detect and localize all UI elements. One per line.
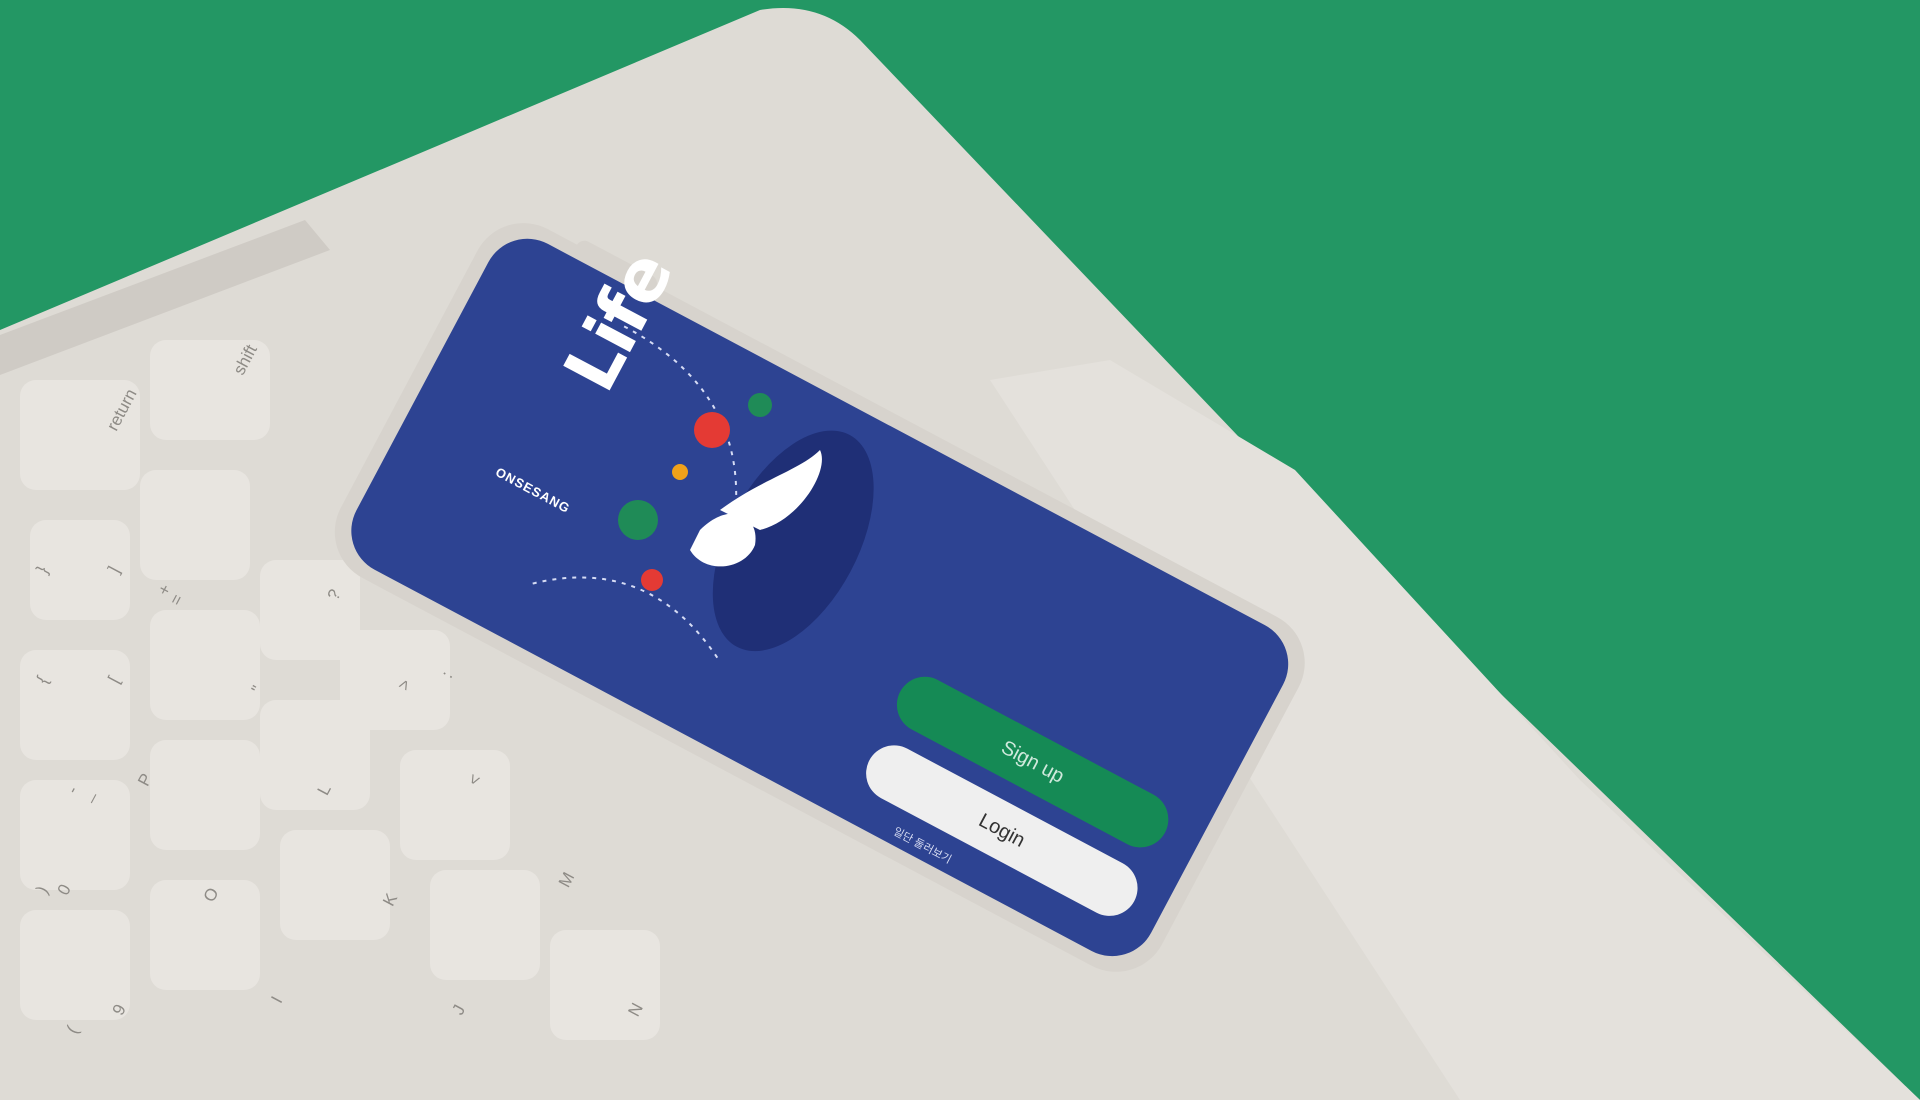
login-label: Login (975, 809, 1029, 852)
brand-name: ONSESANG (493, 464, 573, 517)
signup-label: Sign up (997, 736, 1068, 788)
